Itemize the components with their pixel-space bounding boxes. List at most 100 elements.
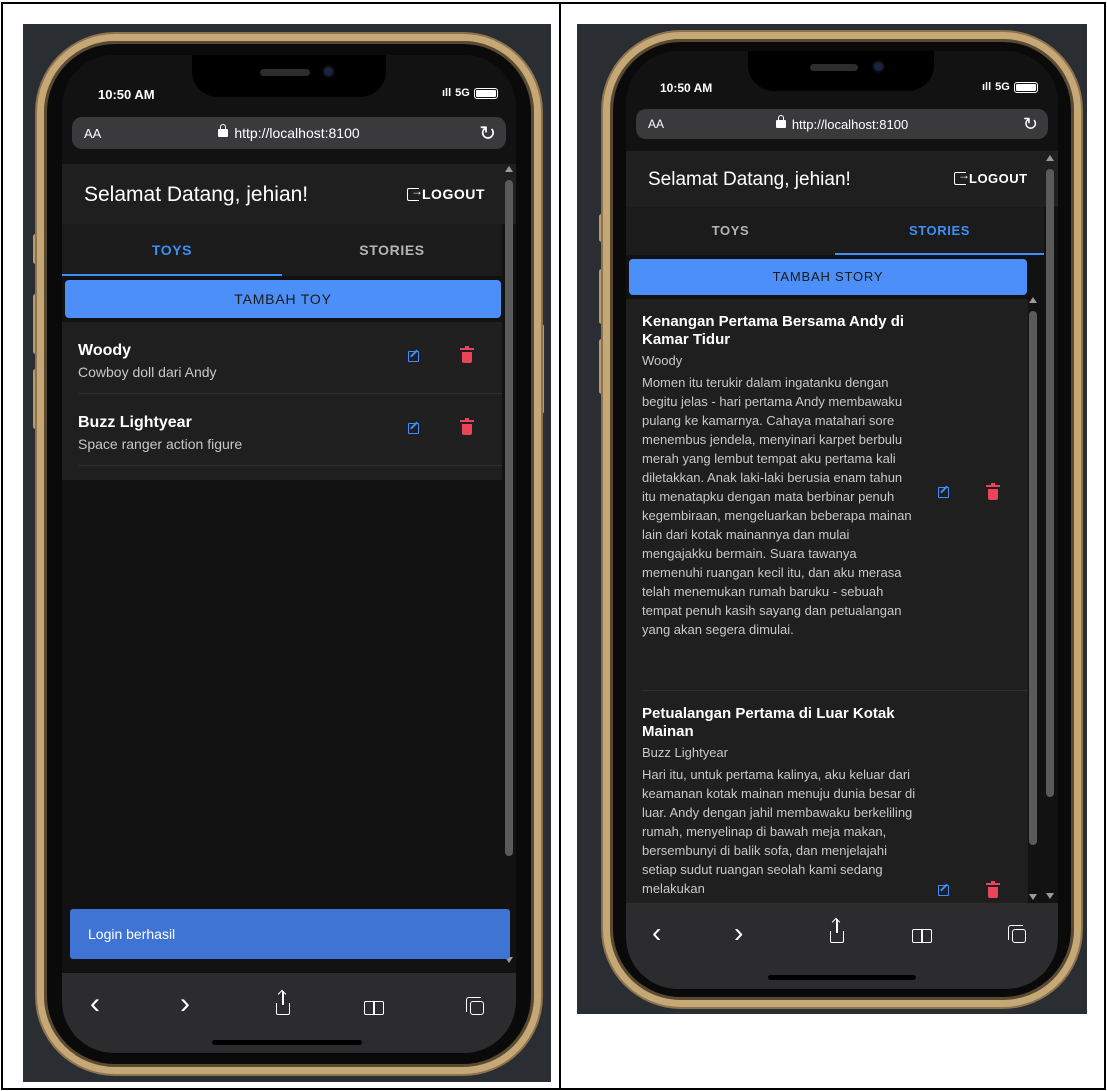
browser-toolbar: ‹ › (626, 903, 1058, 989)
right-panel: 10:50 AM ıll 5G AA http://localhost:8100… (559, 2, 1106, 1090)
camera (322, 65, 335, 78)
add-story-button[interactable]: TAMBAH STORY (629, 259, 1027, 295)
battery-icon (473, 87, 498, 99)
page-scroll-up-arrow[interactable] (1046, 155, 1054, 161)
list-scroll-up-arrow[interactable] (1029, 297, 1037, 303)
segment-tabs: TOYS STORIES (62, 224, 502, 276)
speaker (260, 69, 310, 76)
toy-description: Cowboy doll dari Andy (78, 364, 217, 380)
home-indicator (768, 975, 916, 980)
list-scroll-down-arrow[interactable] (1029, 894, 1037, 900)
list-scrollbar[interactable] (1029, 311, 1037, 845)
url-text: http://localhost:8100 (72, 124, 506, 141)
reload-icon[interactable]: ↻ (1023, 114, 1038, 135)
logout-label: LOGOUT (422, 186, 485, 202)
toy-item: Woody Cowboy doll dari Andy (78, 322, 502, 394)
add-toy-button[interactable]: TAMBAH TOY (65, 280, 501, 318)
app-header: Selamat Datang, jehian! LOGOUT (626, 151, 1058, 207)
toy-name: Woody (78, 342, 132, 359)
story-toy: Woody (642, 353, 683, 368)
story-title: Petualangan Pertama di Luar Kotak Mainan (642, 705, 895, 740)
scroll-up-arrow[interactable] (505, 166, 513, 172)
forward-icon[interactable]: › (734, 917, 743, 949)
screenshot-page: 10:50 AM ıll 5G AA http://localhost:8100… (0, 0, 1107, 1091)
network-label: 5G (995, 81, 1010, 93)
edit-icon[interactable] (408, 423, 419, 434)
tab-toys[interactable]: TOYS (62, 224, 282, 276)
scrollbar[interactable] (505, 180, 513, 856)
notch (192, 55, 386, 97)
signal-icon: ıll (982, 81, 992, 93)
tab-stories[interactable]: STORIES (835, 207, 1044, 255)
story-title: Kenangan Pertama Bersama Andy di Kamar T… (642, 313, 905, 348)
back-icon[interactable]: ‹ (652, 917, 661, 949)
edit-icon[interactable] (408, 351, 419, 362)
tabs-icon[interactable] (466, 997, 484, 1015)
tabs-icon[interactable] (1008, 925, 1026, 943)
toy-name: Buzz Lightyear (78, 414, 192, 431)
story-item: Kenangan Pertama Bersama Andy di Kamar T… (642, 299, 1028, 691)
segment-tabs: TOYS STORIES (626, 207, 1044, 255)
tab-stories[interactable]: STORIES (282, 224, 502, 276)
app-header: Selamat Datang, jehian! LOGOUT (62, 164, 516, 224)
camera (872, 60, 885, 73)
phone-frame: 10:50 AM ıll 5G AA http://localhost:8100… (603, 32, 1081, 1007)
speaker (810, 64, 858, 71)
phone-screen: 10:50 AM ıll 5G AA http://localhost:8100… (626, 51, 1058, 989)
bookmarks-icon[interactable] (912, 929, 932, 943)
logout-button[interactable]: LOGOUT (954, 168, 1028, 186)
bookmarks-icon[interactable] (364, 1001, 384, 1015)
home-indicator (212, 1040, 362, 1045)
logout-button[interactable]: LOGOUT (407, 184, 485, 202)
status-signal: ıll 5G (442, 87, 498, 99)
address-bar[interactable]: AA http://localhost:8100 ↻ (636, 109, 1048, 139)
back-icon[interactable]: ‹ (90, 987, 100, 1021)
forward-icon[interactable]: › (180, 987, 190, 1021)
tab-toys[interactable]: TOYS (626, 207, 835, 255)
story-list: Kenangan Pertama Bersama Andy di Kamar T… (626, 299, 1028, 903)
toast-message: Login berhasil (70, 909, 510, 959)
toy-description: Space ranger action figure (78, 436, 243, 452)
story-toy: Buzz Lightyear (642, 745, 728, 760)
toy-list: Woody Cowboy doll dari Andy Buzz Lightye… (62, 322, 502, 480)
url-value: http://localhost:8100 (791, 116, 909, 132)
share-icon[interactable] (276, 991, 290, 1015)
address-bar[interactable]: AA http://localhost:8100 ↻ (72, 117, 506, 149)
phone-screen: 10:50 AM ıll 5G AA http://localhost:8100… (62, 55, 516, 1053)
url-text: http://localhost:8100 (636, 115, 1048, 132)
battery-icon (1013, 81, 1038, 93)
toy-item: Buzz Lightyear Space ranger action figur… (78, 394, 502, 466)
story-body: Momen itu terukir dalam ingatanku dengan… (642, 375, 912, 637)
status-time: 10:50 AM (98, 87, 155, 102)
page-title: Selamat Datang, jehian! (84, 183, 309, 206)
signal-icon: ıll (442, 87, 452, 99)
page-scrollbar[interactable] (1046, 169, 1054, 797)
status-signal: ıll 5G (982, 81, 1038, 93)
edit-icon[interactable] (938, 487, 949, 498)
status-time: 10:50 AM (660, 81, 713, 95)
lock-icon (218, 124, 229, 138)
trash-icon[interactable] (986, 881, 1000, 898)
logout-icon (407, 184, 424, 201)
story-item: Petualangan Pertama di Luar Kotak Mainan… (642, 691, 1028, 903)
share-icon[interactable] (830, 919, 844, 943)
edit-icon[interactable] (938, 885, 949, 896)
notch (748, 51, 934, 91)
reload-icon[interactable]: ↻ (479, 121, 496, 146)
page-scroll-down-arrow[interactable] (1046, 893, 1054, 899)
app-content: Selamat Datang, jehian! LOGOUT TOYS STOR… (626, 151, 1058, 903)
url-value: http://localhost:8100 (234, 125, 360, 141)
browser-toolbar: ‹ › (62, 973, 516, 1053)
trash-icon[interactable] (986, 483, 1000, 500)
phone-frame: 10:50 AM ıll 5G AA http://localhost:8100… (37, 34, 541, 1074)
trash-icon[interactable] (460, 346, 474, 363)
logout-label: LOGOUT (969, 171, 1028, 186)
story-body: Hari itu, untuk pertama kalinya, aku kel… (642, 767, 916, 896)
trash-icon[interactable] (460, 418, 474, 435)
lock-icon (775, 115, 786, 129)
app-content: Selamat Datang, jehian! LOGOUT TOYS STOR… (62, 164, 516, 974)
left-panel: 10:50 AM ıll 5G AA http://localhost:8100… (1, 2, 561, 1090)
page-title: Selamat Datang, jehian! (648, 169, 851, 190)
logout-icon (954, 168, 971, 185)
network-label: 5G (455, 87, 470, 99)
